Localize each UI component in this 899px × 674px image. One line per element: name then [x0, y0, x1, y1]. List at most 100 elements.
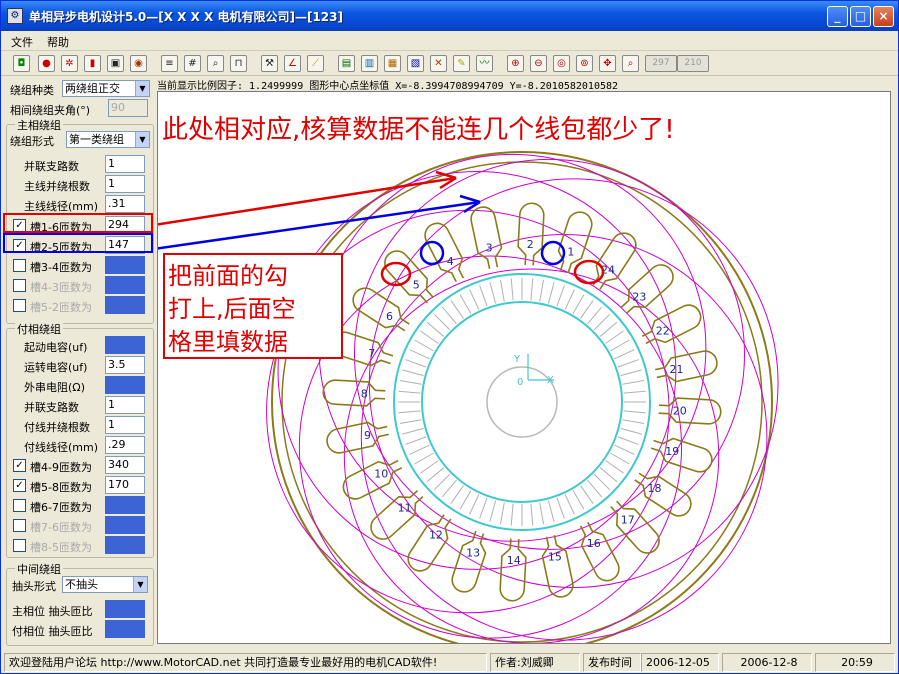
winding-type-select[interactable]: 两绕组正交 ▼ [62, 80, 150, 97]
tools-icon[interactable]: ✕ [430, 55, 447, 72]
middle-winding-title: 中间绕组 [15, 561, 63, 577]
flag-icon[interactable]: ▮ [84, 55, 101, 72]
menu-help[interactable]: 帮助 [47, 34, 69, 50]
slot-number-label: 15 [548, 551, 562, 564]
rotor-bar [564, 494, 575, 515]
rotor-bar [599, 321, 618, 337]
line-icon[interactable]: ⟋ [307, 55, 324, 72]
rotor-bar [610, 452, 630, 465]
slot-outline [470, 206, 503, 269]
chevron-down-icon[interactable]: ▼ [135, 132, 149, 147]
aux-turns-7-6-input[interactable] [105, 516, 145, 534]
rotor-bar [605, 330, 624, 344]
app-icon[interactable]: ⚙ [7, 8, 23, 24]
aux-turns-4-9-checkbox[interactable]: ✓ [13, 459, 26, 472]
database-icon[interactable]: ▥ [361, 55, 378, 72]
main-turns-2-5-checkbox[interactable]: ✓ [13, 239, 26, 252]
chevron-down-icon[interactable]: ▼ [135, 81, 149, 96]
title-bar[interactable]: ⚙ 单相异步电机设计5.0—[X X X X 电机有限公司]—[123] _ □… [1, 1, 898, 31]
zoom-fit-icon[interactable]: ◎ [553, 55, 570, 72]
aux-turns-7-6-checkbox[interactable] [13, 519, 26, 532]
main-tap-ratio-input[interactable] [105, 600, 145, 618]
aux-turns-5-8-input[interactable]: 170 [105, 476, 145, 494]
rotor-bar [593, 313, 611, 331]
main-form-select[interactable]: 第一类绕组 ▼ [66, 131, 150, 148]
calculator-icon[interactable]: ▤ [338, 55, 355, 72]
status-time: 20:59 [815, 653, 895, 672]
frame-icon[interactable]: ⊓ [230, 55, 247, 72]
paper-height-field[interactable]: 210 [677, 55, 709, 72]
main-turns-1-6-checkbox[interactable]: ✓ [13, 219, 26, 232]
rotor-bar [614, 444, 635, 455]
main-turns-5-2-input[interactable] [105, 296, 145, 314]
window-icon[interactable]: ▣ [107, 55, 124, 72]
matrix-icon[interactable]: ▧ [407, 55, 424, 72]
stator-slot [352, 287, 410, 332]
aux-turns-5-8-checkbox[interactable]: ✓ [13, 479, 26, 492]
slot-outline [424, 222, 465, 283]
chevron-down-icon[interactable]: ▼ [133, 577, 147, 592]
aux-turns-6-7-checkbox[interactable] [13, 499, 26, 512]
settings-icon[interactable]: ✲ [61, 55, 78, 72]
zoom-out-icon[interactable]: ⊖ [530, 55, 547, 72]
new-icon[interactable]: ◘ [13, 55, 30, 72]
main-turns-2-5-input[interactable]: 147 [105, 236, 145, 254]
paper-width-field[interactable]: 297 [645, 55, 677, 72]
main-turns-3-4-input[interactable] [105, 256, 145, 274]
app-window: ⚙ 单相异步电机设计5.0—[X X X X 电机有限公司]—[123] _ □… [0, 0, 899, 674]
motor-drawing[interactable]: 1234567891011121314 15161718192021222324X… [153, 92, 890, 653]
rotor-bar [414, 339, 434, 352]
rotor-bar [405, 436, 427, 445]
rotor-bar [399, 419, 422, 425]
slot-number-label: 12 [429, 529, 443, 542]
pan-icon[interactable]: ✥ [599, 55, 616, 72]
close-button[interactable]: × [873, 6, 894, 27]
zoom-realtime-icon[interactable]: ⌕ [622, 55, 639, 72]
graph-icon[interactable]: 〰 [476, 55, 493, 72]
main-turns-3-4-checkbox[interactable] [13, 259, 26, 272]
document-icon[interactable]: ≡ [161, 55, 178, 72]
cad-canvas[interactable]: 1 2 3 4 5 6 7 8 9 10 11 12 13 14 15 16 17 18 19 20 21 22 23 24 X… [153, 91, 891, 653]
aux-strands-input[interactable]: 1 [105, 416, 145, 434]
target-icon[interactable]: ◉ [130, 55, 147, 72]
aux-turns-4-9-input[interactable]: 340 [105, 456, 145, 474]
rotor-bar [469, 289, 480, 310]
main-turns-4-3-checkbox[interactable] [13, 279, 26, 292]
minimize-button[interactable]: _ [827, 6, 848, 27]
rotor-bar [556, 285, 565, 307]
stop-icon[interactable]: ● [38, 55, 55, 72]
aux-turns-8-5-input[interactable] [105, 536, 145, 554]
zoom-area-icon[interactable]: ⊚ [576, 55, 593, 72]
zoom-window-icon[interactable]: ⌕ [207, 55, 224, 72]
aux-run-cap-input[interactable]: 3.5 [105, 356, 145, 374]
stator-slot [322, 379, 386, 407]
aux-tap-ratio-input[interactable] [105, 620, 145, 638]
main-turns-4-3-input[interactable] [105, 276, 145, 294]
tap-form-select[interactable]: 不抽头 ▼ [62, 576, 148, 593]
aux-parallel-input[interactable]: 1 [105, 396, 145, 414]
main-strands-input[interactable]: 1 [105, 175, 145, 193]
aux-start-cap-input[interactable] [105, 336, 145, 354]
grid-icon[interactable]: # [184, 55, 201, 72]
main-parallel-input[interactable]: 1 [105, 155, 145, 173]
rotor-bar [605, 460, 624, 474]
curve-icon[interactable]: ∠ [284, 55, 301, 72]
slot-number-label: 21 [670, 363, 684, 376]
maximize-button[interactable]: □ [850, 6, 871, 27]
main-turns-1-6-input[interactable]: 294 [105, 216, 145, 234]
aux-turns-8-5-checkbox[interactable] [13, 539, 26, 552]
chart-bars-icon[interactable]: ▦ [384, 55, 401, 72]
stator-slot [342, 459, 403, 500]
aux-resistor-input[interactable] [105, 376, 145, 394]
main-wire-dia-input[interactable]: .31 [105, 195, 145, 213]
main-turns-5-2-checkbox[interactable] [13, 299, 26, 312]
aux-wire-dia-input[interactable]: .29 [105, 436, 145, 454]
pen-icon[interactable]: ✎ [453, 55, 470, 72]
menu-file[interactable]: 文件 [11, 34, 33, 50]
main-strands-label: 主线并绕根数 [24, 180, 90, 193]
wrench-icon[interactable]: ⚒ [261, 55, 278, 72]
aux-turns-6-7-input[interactable] [105, 496, 145, 514]
phase-angle-input[interactable]: 90 [108, 99, 148, 117]
aux-turns-8-5-label: 槽8-5匝数为 [30, 541, 92, 554]
zoom-in-icon[interactable]: ⊕ [507, 55, 524, 72]
